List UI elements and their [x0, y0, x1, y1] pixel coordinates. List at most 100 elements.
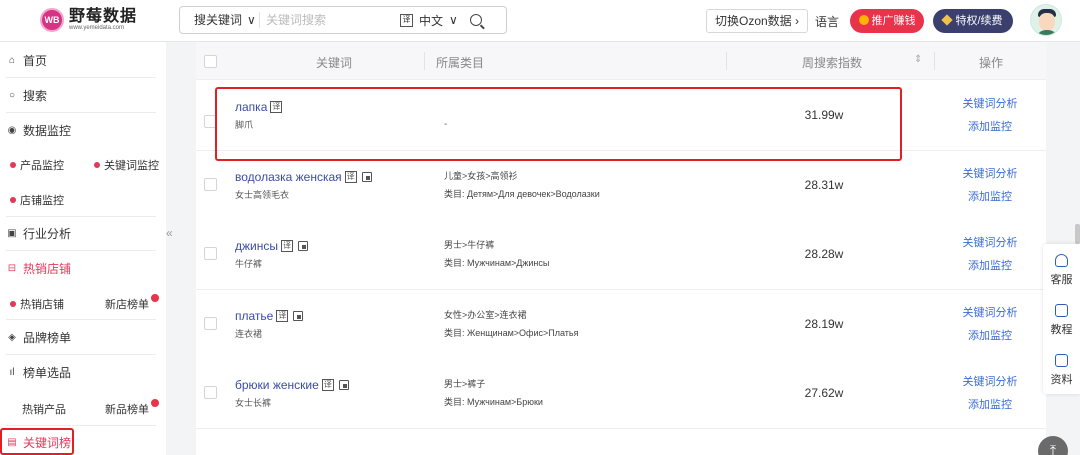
sort-icon[interactable]: ⇕ [914, 54, 922, 65]
category-cn: 女性>办公室>连衣裙 [444, 309, 527, 320]
column-separator [424, 52, 425, 70]
add-monitor-link[interactable]: 添加监控 [936, 257, 1044, 273]
sidebar-subitem-label: 热销产品 [22, 404, 66, 416]
translate-icon[interactable]: 译 [344, 170, 357, 183]
keyword-analysis-link[interactable]: 关键词分析 [936, 373, 1044, 389]
add-monitor-link[interactable]: 添加监控 [936, 396, 1044, 412]
tutorial-button[interactable]: 教程 [1043, 294, 1080, 344]
sidebar-item-brands[interactable]: ◈ 品牌榜单 [0, 320, 166, 354]
back-to-top-button[interactable]: ⤒ [1038, 436, 1068, 455]
weekly-search-value: 28.31w [804, 177, 844, 192]
logo-name: 野莓数据 [69, 8, 138, 25]
keyword-link[interactable]: водолазка женская 译 [235, 170, 372, 184]
float-panel: 客服 教程 资料 [1043, 244, 1080, 394]
search-icon[interactable] [469, 14, 482, 26]
table-row: брюки женские 译女士长裤 男士>裤子 类目: Мужчинам>Брюк… [196, 359, 1046, 429]
sidebar-item-label: 首页 [23, 53, 48, 68]
external-link-icon[interactable] [293, 310, 304, 321]
sidebar-subitem-new-shops[interactable]: 新店榜单 [105, 294, 159, 312]
sidebar-item-data-monitor[interactable]: ◉ 数据监控 [0, 113, 166, 147]
column-weekly-search[interactable]: 周搜索指数 [802, 54, 862, 71]
row-checkbox[interactable] [204, 316, 217, 330]
language-select[interactable]: 中文 ∨ [419, 12, 458, 29]
column-separator [934, 52, 935, 70]
add-monitor-link[interactable]: 添加监控 [936, 188, 1044, 204]
avatar[interactable] [1030, 4, 1062, 36]
add-monitor-link[interactable]: 添加监控 [936, 118, 1044, 134]
translate-icon[interactable]: 译 [400, 13, 413, 27]
category-ru: 类目: Мужчинам>Брюки [444, 395, 543, 408]
category-prefix: 类目: [444, 188, 465, 199]
chevron-right-icon: › [795, 14, 800, 28]
category-cn: 儿童>女孩>高领衫 [444, 170, 518, 181]
keyword-analysis-link[interactable]: 关键词分析 [936, 95, 1044, 111]
sidebar-item-rank-selection[interactable]: ıl 榜单选品 [0, 355, 166, 389]
category-ru-value: Детям>Для девочек>Водолазки [467, 188, 600, 199]
collapse-sidebar-icon[interactable]: « [166, 226, 178, 254]
sidebar-subitem-shop-monitor[interactable]: 店铺监控 [10, 192, 64, 208]
chart-icon: ▣ [7, 227, 17, 239]
row-checkbox[interactable] [204, 177, 217, 191]
keyword-translation: 女士高领毛衣 [235, 189, 290, 200]
category-ru-value: Мужчинам>Джинсы [467, 258, 550, 268]
category-ru-value: Женщинам>Офис>Платья [467, 327, 579, 338]
keyword-text: водолазка женская [235, 169, 342, 184]
column-action: 操作 [979, 56, 1004, 70]
sidebar-subitem-label: 店铺监控 [20, 195, 64, 207]
sidebar-item-search[interactable]: ○ 搜索 [0, 78, 166, 112]
customer-service-button[interactable]: 客服 [1043, 244, 1080, 294]
scrollbar-thumb[interactable] [1075, 224, 1080, 244]
translate-icon[interactable]: 译 [321, 379, 334, 391]
promo-button[interactable]: 推广赚钱 [850, 9, 924, 33]
category-ru: 类目: Мужчинам>Джинсы [444, 256, 549, 269]
sidebar-subitem-hot-products[interactable]: 热销产品 [22, 401, 66, 417]
keyword-analysis-link[interactable]: 关键词分析 [936, 304, 1044, 320]
switch-ozon-button[interactable]: 切换Ozon数据 › [706, 9, 809, 33]
sidebar-item-home[interactable]: ⌂ 首页 [0, 43, 166, 77]
sidebar-item-label: 热销店铺 [23, 261, 72, 276]
sidebar-subitem-hot-shops[interactable]: 热销店铺 [10, 296, 64, 312]
row-checkbox[interactable] [204, 386, 217, 399]
vip-button[interactable]: 特权/续费 [933, 9, 1013, 33]
sidebar: ⌂ 首页 ○ 搜索 ◉ 数据监控 产品监控 关键词监控 店铺监控 ▣ 行业分析 … [0, 42, 166, 455]
keyword-translation: 牛仔裤 [235, 259, 263, 269]
category-prefix: 类目: [444, 397, 465, 407]
sidebar-subitem-keyword-monitor[interactable]: 关键词监控 [94, 157, 159, 173]
document-icon [1055, 354, 1068, 367]
external-link-icon[interactable] [338, 380, 349, 390]
add-monitor-link[interactable]: 添加监控 [936, 327, 1044, 343]
keyword-analysis-link[interactable]: 关键词分析 [936, 234, 1044, 250]
weekly-search-value: 27.62w [804, 386, 844, 400]
search-input[interactable] [266, 13, 396, 27]
language-link[interactable]: 语言 [815, 13, 839, 30]
materials-button[interactable]: 资料 [1043, 344, 1080, 394]
sidebar-subitem-new-products[interactable]: 新品榜单 [105, 399, 159, 417]
avatar-shirt [1036, 30, 1058, 35]
select-all-checkbox[interactable] [204, 55, 217, 68]
home-icon: ⌂ [8, 54, 16, 66]
search-box: 搜关键词 ∨ 译 中文 ∨ [179, 6, 507, 34]
sidebar-subitem-product-monitor[interactable]: 产品监控 [10, 157, 64, 173]
keyword-analysis-link[interactable]: 关键词分析 [936, 165, 1044, 181]
translate-icon[interactable]: 译 [280, 240, 293, 252]
sidebar-subitem-label: 产品监控 [20, 160, 64, 172]
keyword-translation: 女士长裤 [235, 398, 272, 408]
logo[interactable]: WB 野莓数据 www.yemeidata.com [40, 8, 137, 32]
external-link-icon[interactable] [297, 241, 308, 251]
weekly-search-value: 28.19w [804, 316, 844, 331]
active-highlight-box [0, 428, 74, 455]
keyword-link[interactable]: джинсы 译 [235, 239, 308, 253]
keyword-link[interactable]: брюки женские 译 [235, 378, 349, 392]
sidebar-item-hot-shops[interactable]: ⊟ 热销店铺 [0, 251, 166, 285]
search-icon: ○ [8, 89, 16, 101]
category-cn: 男士>牛仔裤 [444, 240, 495, 250]
coin-icon [858, 15, 869, 25]
category-prefix: 类目: [444, 258, 465, 268]
sidebar-item-industry[interactable]: ▣ 行业分析 [0, 216, 166, 250]
row-checkbox[interactable] [204, 247, 217, 260]
search-type-select[interactable]: 搜关键词 ∨ [180, 12, 260, 28]
table-row: платье 译连衣裙 女性>办公室>连衣裙 类目: Женщинам>Офис>Пл… [196, 289, 1046, 360]
external-link-icon[interactable] [361, 171, 372, 182]
keyword-link[interactable]: платье 译 [235, 309, 304, 323]
translate-icon[interactable]: 译 [276, 309, 289, 322]
